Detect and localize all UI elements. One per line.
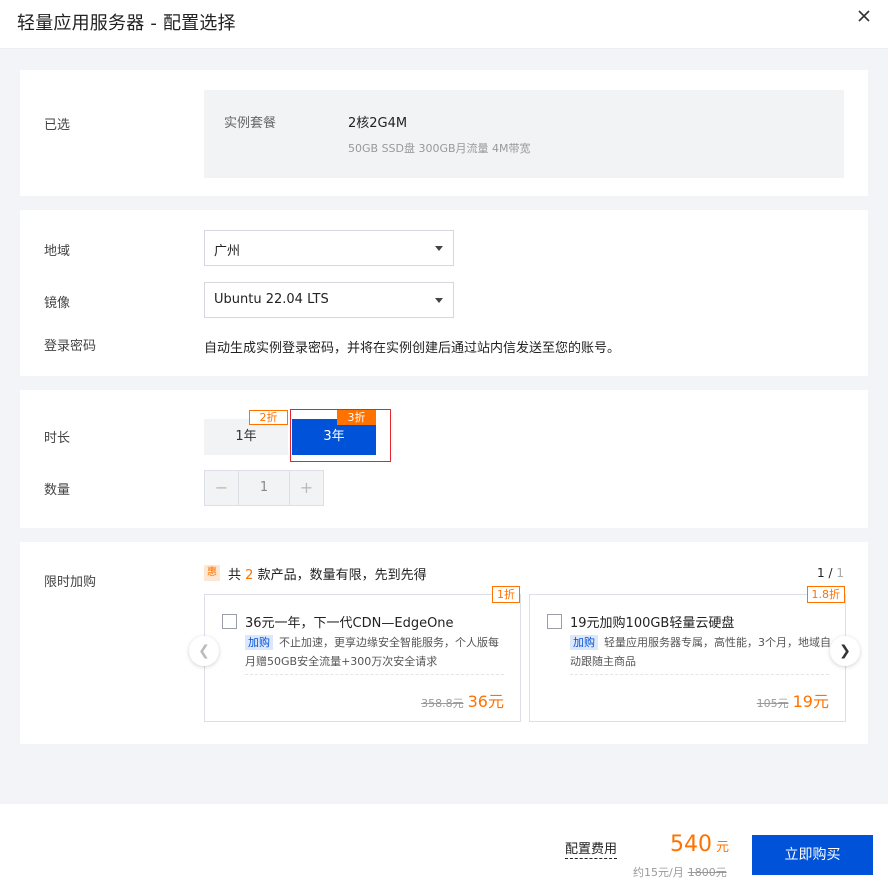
addon-price: 105元 19元 <box>757 688 829 712</box>
addon-old-price: 358.8元 <box>421 697 464 710</box>
region-label: 地域 <box>44 244 71 259</box>
close-icon[interactable] <box>856 8 872 24</box>
image-label: 镜像 <box>44 296 71 311</box>
package-value: 2核2G4M <box>348 116 408 131</box>
config-card: 地域 广州 镜像 Ubuntu 22.04 LTS 登录密码 自动生成实例登录密… <box>20 210 868 376</box>
quantity-stepper[interactable]: − 1 + <box>204 470 324 506</box>
fee-unit: 元 <box>716 840 730 855</box>
fee-monthly: 约15元/月 <box>633 866 684 879</box>
promo-badge-icon: 惠 <box>204 565 220 581</box>
duration-label: 时长 <box>44 431 71 446</box>
dialog-header: 轻量应用服务器 - 配置选择 <box>0 0 888 49</box>
image-value: Ubuntu 22.04 LTS <box>214 292 329 307</box>
addon-old-price: 105元 <box>756 697 789 710</box>
addon-discount-tag: 1.8折 <box>806 586 845 603</box>
addon-item-edgeone[interactable]: 1折 36元一年，下一代CDN—EdgeOne 加购 不止加速，更享边缘安全智能服… <box>204 586 521 722</box>
addon-desc-text: 不止加速，更享边缘安全智能服务，个人版每月赠50GB安全流量+300万次安全请求 <box>245 636 499 668</box>
carousel-prev-icon[interactable]: ❮ <box>189 636 219 666</box>
addon-discount-tag: 1折 <box>492 586 520 603</box>
addon-new-price: 19元 <box>792 692 829 711</box>
selected-label: 已选 <box>44 118 71 133</box>
addon-checkbox[interactable] <box>547 614 562 629</box>
fee-amount: 540 元 <box>670 832 729 857</box>
addon-divider <box>570 674 829 675</box>
addon-tag: 加购 <box>570 635 598 650</box>
promo-text-prefix: 共 <box>228 568 242 583</box>
promo-label: 限时加购 <box>44 575 97 590</box>
addon-tag: 加购 <box>245 635 273 650</box>
quantity-minus-button[interactable]: − <box>205 471 239 505</box>
pager-total: 1 <box>836 566 844 580</box>
addon-title: 19元加购100GB轻量云硬盘 <box>570 616 735 631</box>
selected-card: 已选 实例套餐 2核2G4M 50GB SSD盘 300GB月流量 4M带宽 <box>20 70 868 196</box>
quantity-plus-button[interactable]: + <box>289 471 323 505</box>
duration-card: 时长 1年 3年 2折 3折 数量 − 1 + <box>20 390 868 528</box>
dropdown-arrow-icon <box>435 298 443 303</box>
image-select[interactable]: Ubuntu 22.04 LTS <box>204 282 454 318</box>
addon-checkbox[interactable] <box>222 614 237 629</box>
promo-pager: 1 / 1 <box>817 566 844 580</box>
addon-desc: 加购 不止加速，更享边缘安全智能服务，个人版每月赠50GB安全流量+300万次安全… <box>245 633 507 671</box>
password-info: 自动生成实例登录密码，并将在实例创建后通过站内信发送至您的账号。 <box>204 341 621 356</box>
promo-count: 2 <box>245 568 254 583</box>
promo-text-suffix: 款产品，数量有限，先到先得 <box>257 568 427 583</box>
selection-highlight-box <box>290 409 391 462</box>
promo-card: 限时加购 惠 共 2 款产品，数量有限，先到先得 1 / 1 1折 36元一年，… <box>20 542 868 744</box>
addon-item-disk[interactable]: 1.8折 19元加购100GB轻量云硬盘 加购 轻量应用服务器专属，高性能，3个月… <box>529 586 846 722</box>
footer-bar: 配置费用 540 元 约15元/月 1800元 立即购买 <box>0 804 888 894</box>
dialog-title: 轻量应用服务器 - 配置选择 <box>17 13 236 34</box>
region-value: 广州 <box>214 244 241 259</box>
fee-value: 540 <box>670 832 712 857</box>
buy-now-button[interactable]: 立即购买 <box>752 835 873 875</box>
fee-old-price: 1800元 <box>687 866 727 879</box>
package-spec: 50GB SSD盘 300GB月流量 4M带宽 <box>348 142 531 155</box>
addon-price: 358.8元 36元 <box>421 688 504 712</box>
addon-divider <box>245 674 504 675</box>
discount-tag-1y: 2折 <box>249 410 288 425</box>
region-select[interactable]: 广州 <box>204 230 454 266</box>
quantity-label: 数量 <box>44 483 71 498</box>
quantity-input[interactable]: 1 <box>239 471 289 505</box>
fee-label[interactable]: 配置费用 <box>565 842 618 859</box>
promo-summary: 共 2 款产品，数量有限，先到先得 <box>228 564 427 583</box>
dropdown-arrow-icon <box>435 246 443 251</box>
password-label: 登录密码 <box>44 339 97 354</box>
addon-desc-text: 轻量应用服务器专属，高性能，3个月，地域自动跟随主商品 <box>570 636 831 668</box>
addon-title: 36元一年，下一代CDN—EdgeOne <box>245 616 454 631</box>
selected-package-box: 实例套餐 2核2G4M 50GB SSD盘 300GB月流量 4M带宽 <box>204 90 844 178</box>
fee-subtext: 约15元/月 1800元 <box>633 864 727 880</box>
addon-new-price: 36元 <box>467 692 504 711</box>
carousel-next-icon[interactable]: ❯ <box>830 636 860 666</box>
addon-desc: 加购 轻量应用服务器专属，高性能，3个月，地域自动跟随主商品 <box>570 633 832 671</box>
pager-current: 1 / <box>817 566 833 580</box>
package-key: 实例套餐 <box>224 116 277 131</box>
